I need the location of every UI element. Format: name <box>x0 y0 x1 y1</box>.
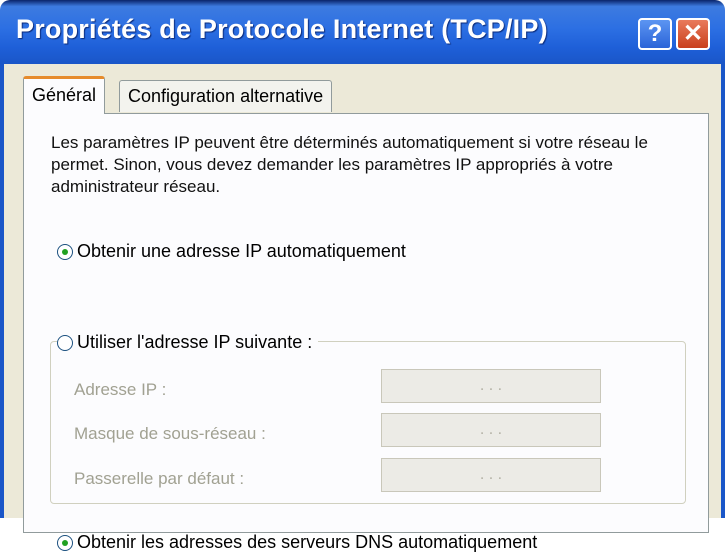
tab-alternate-configuration[interactable]: Configuration alternative <box>119 80 333 112</box>
close-button[interactable]: ✕ <box>676 18 710 50</box>
radio-checked-icon[interactable] <box>57 534 73 551</box>
auto-dns-label: Obtenir les adresses des serveurs DNS au… <box>77 532 538 552</box>
tab-general[interactable]: Général <box>23 76 106 114</box>
subnet-mask-input[interactable]: . . . <box>381 413 601 447</box>
window-title: Propriétés de Protocole Internet (TCP/IP… <box>16 14 548 44</box>
ip-address-label: Adresse IP : <box>74 380 167 399</box>
title-bar[interactable]: Propriétés de Protocole Internet (TCP/IP… <box>0 0 725 64</box>
default-gateway-input[interactable]: . . . <box>381 458 601 492</box>
manual-ip-label: Utiliser l'adresse IP suivante : <box>77 332 313 352</box>
help-button[interactable]: ? <box>638 18 672 50</box>
auto-ip-label: Obtenir une adresse IP automatiquement <box>77 241 406 261</box>
subnet-mask-label: Masque de sous-réseau : <box>74 424 266 443</box>
dialog-body: Général Configuration alternative Les pa… <box>0 64 725 552</box>
tcpip-properties-dialog: Propriétés de Protocole Internet (TCP/IP… <box>0 0 725 552</box>
description-text: Les paramètres IP peuvent être déterminé… <box>51 133 648 196</box>
radio-checked-icon[interactable] <box>57 243 73 260</box>
ip-address-input[interactable]: . . . <box>381 369 601 403</box>
manual-ip-radio[interactable]: Utiliser l'adresse IP suivante : <box>57 332 319 353</box>
radio-unchecked-icon[interactable] <box>57 334 73 351</box>
auto-ip-radio[interactable]: Obtenir une adresse IP automatiquement <box>57 241 406 262</box>
general-tab-panel: Les paramètres IP peuvent être déterminé… <box>23 113 709 552</box>
default-gateway-label: Passerelle par défaut : <box>74 469 245 488</box>
auto-dns-radio[interactable]: Obtenir les adresses des serveurs DNS au… <box>57 532 537 553</box>
